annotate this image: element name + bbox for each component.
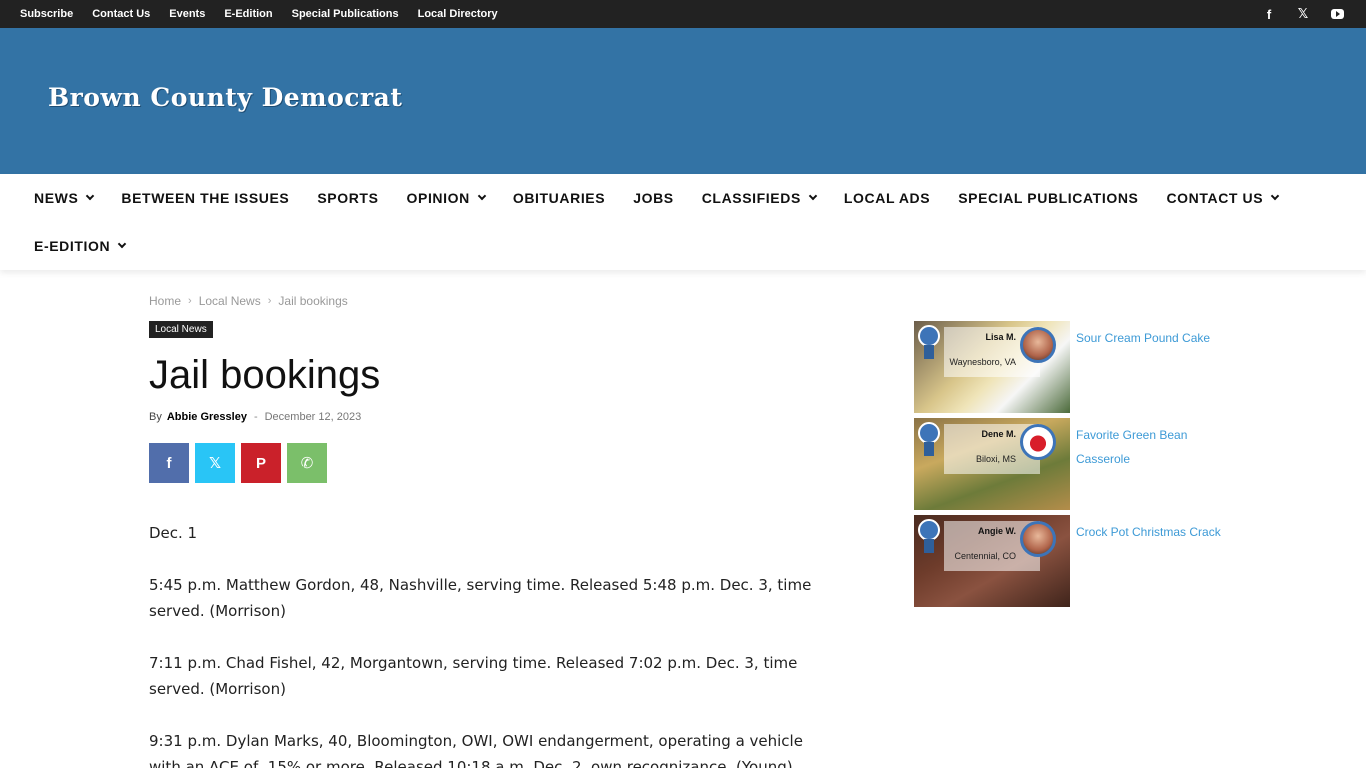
recipe-title-link[interactable]: Sour Cream Pound Cake	[1076, 321, 1226, 413]
nav-item-sports[interactable]: SPORTS	[317, 190, 378, 206]
article-paragraph: 9:31 p.m. Dylan Marks, 40, Bloomington, …	[149, 732, 803, 768]
chevron-down-icon	[117, 239, 127, 249]
article-paragraph: Dec. 1	[149, 524, 198, 542]
nav-item-e-edition[interactable]: E-EDITION	[34, 238, 127, 254]
x-icon: 𝕏	[208, 455, 222, 472]
article-date: December 12, 2023	[264, 411, 362, 423]
nav-item-news[interactable]: NEWS	[34, 190, 95, 206]
cook-location: Centennial, CO	[954, 551, 1016, 561]
award-ribbon-icon	[918, 519, 940, 553]
recipe-item[interactable]: Lisa M. Waynesboro, VA Sour Cream Pound …	[914, 321, 1234, 413]
social-links: f 𝕏	[1242, 0, 1344, 28]
breadcrumb-separator: ›	[188, 295, 192, 307]
site-logo[interactable]: Brown County Democrat	[48, 83, 402, 112]
nav-item-obituaries[interactable]: OBITUARIES	[513, 190, 605, 206]
nav-item-opinion[interactable]: OPINION	[407, 190, 487, 206]
share-x-button[interactable]: 𝕏	[195, 443, 235, 483]
site-header: Brown County Democrat	[0, 28, 1366, 174]
breadcrumb-local-news[interactable]: Local News	[199, 294, 261, 308]
cook-avatar	[1020, 521, 1056, 557]
category-badge[interactable]: Local News	[149, 321, 213, 338]
top-link-subscribe[interactable]: Subscribe	[20, 8, 73, 20]
author-link[interactable]: Abbie Gressley	[167, 411, 247, 423]
cook-location: Waynesboro, VA	[949, 357, 1016, 367]
award-ribbon-icon	[918, 422, 940, 456]
top-bar: Subscribe Contact Us Events E-Edition Sp…	[0, 0, 1366, 28]
main-nav: NEWS BETWEEN THE ISSUES SPORTS OPINION O…	[0, 174, 1366, 270]
top-link-contact-us[interactable]: Contact Us	[92, 8, 150, 20]
main-nav-row-2: E-EDITION	[34, 222, 153, 270]
youtube-icon[interactable]	[1330, 7, 1344, 22]
article-paragraph: 7:11 p.m. Chad Fishel, 42, Morgantown, s…	[149, 654, 798, 698]
share-buttons: f 𝕏 P ✆	[149, 443, 333, 483]
cook-name: Angie W.	[978, 526, 1016, 536]
top-link-e-edition[interactable]: E-Edition	[224, 8, 272, 20]
breadcrumb: Home › Local News › Jail bookings	[149, 294, 348, 308]
cook-name: Lisa M.	[985, 332, 1016, 342]
nav-item-contact-us[interactable]: CONTACT US	[1166, 190, 1280, 206]
article-body: Dec. 1 5:45 p.m. Matthew Gordon, 48, Nas…	[149, 520, 839, 768]
recipe-title-link[interactable]: Favorite Green Bean Casserole	[1076, 418, 1226, 510]
nav-item-special-publications[interactable]: SPECIAL PUBLICATIONS	[958, 190, 1138, 206]
pinterest-icon: P	[255, 454, 266, 472]
nav-item-classifieds[interactable]: CLASSIFIEDS	[702, 190, 818, 206]
byline-by: By	[149, 411, 162, 423]
facebook-icon: f	[166, 454, 172, 472]
breadcrumb-separator: ›	[267, 295, 272, 307]
recipe-item[interactable]: Dene M. Biloxi, MS Favorite Green Bean C…	[914, 418, 1234, 510]
article-paragraph: 5:45 p.m. Matthew Gordon, 48, Nashville,…	[149, 576, 812, 620]
recipe-item[interactable]: Angie W. Centennial, CO Crock Pot Christ…	[914, 515, 1234, 607]
top-links: Subscribe Contact Us Events E-Edition Sp…	[20, 0, 517, 28]
nav-item-between-the-issues[interactable]: BETWEEN THE ISSUES	[121, 190, 289, 206]
cook-avatar	[1020, 327, 1056, 363]
top-link-local-directory[interactable]: Local Directory	[418, 8, 498, 20]
chevron-down-icon	[1270, 191, 1280, 201]
recipe-title-link[interactable]: Crock Pot Christmas Crack	[1076, 515, 1226, 607]
top-link-events[interactable]: Events	[169, 8, 205, 20]
facebook-icon[interactable]: f	[1262, 7, 1276, 22]
cook-name: Dene M.	[981, 429, 1016, 439]
chevron-down-icon	[86, 191, 95, 201]
article-title: Jail bookings	[149, 353, 381, 397]
byline: By Abbie Gressley - December 12, 2023	[149, 411, 361, 423]
heart-badge-icon	[1020, 424, 1056, 460]
recipe-widget: Lisa M. Waynesboro, VA Sour Cream Pound …	[914, 321, 1234, 612]
breadcrumb-home[interactable]: Home	[149, 294, 181, 308]
x-icon[interactable]: 𝕏	[1296, 6, 1310, 22]
nav-item-jobs[interactable]: JOBS	[633, 190, 674, 206]
share-pinterest-button[interactable]: P	[241, 443, 281, 483]
chevron-down-icon	[477, 191, 487, 201]
share-facebook-button[interactable]: f	[149, 443, 189, 483]
share-whatsapp-button[interactable]: ✆	[287, 443, 327, 483]
breadcrumb-current: Jail bookings	[278, 294, 348, 308]
recipe-thumbnail[interactable]: Angie W. Centennial, CO	[914, 515, 1070, 607]
main-nav-row-1: NEWS BETWEEN THE ISSUES SPORTS OPINION O…	[34, 174, 1306, 222]
top-link-special-publications[interactable]: Special Publications	[292, 8, 399, 20]
recipe-thumbnail[interactable]: Lisa M. Waynesboro, VA	[914, 321, 1070, 413]
whatsapp-icon: ✆	[300, 455, 314, 472]
award-ribbon-icon	[918, 325, 940, 359]
chevron-down-icon	[808, 191, 818, 201]
recipe-thumbnail[interactable]: Dene M. Biloxi, MS	[914, 418, 1070, 510]
byline-dash: -	[253, 411, 258, 423]
cook-location: Biloxi, MS	[975, 454, 1016, 464]
nav-item-local-ads[interactable]: LOCAL ADS	[844, 190, 930, 206]
